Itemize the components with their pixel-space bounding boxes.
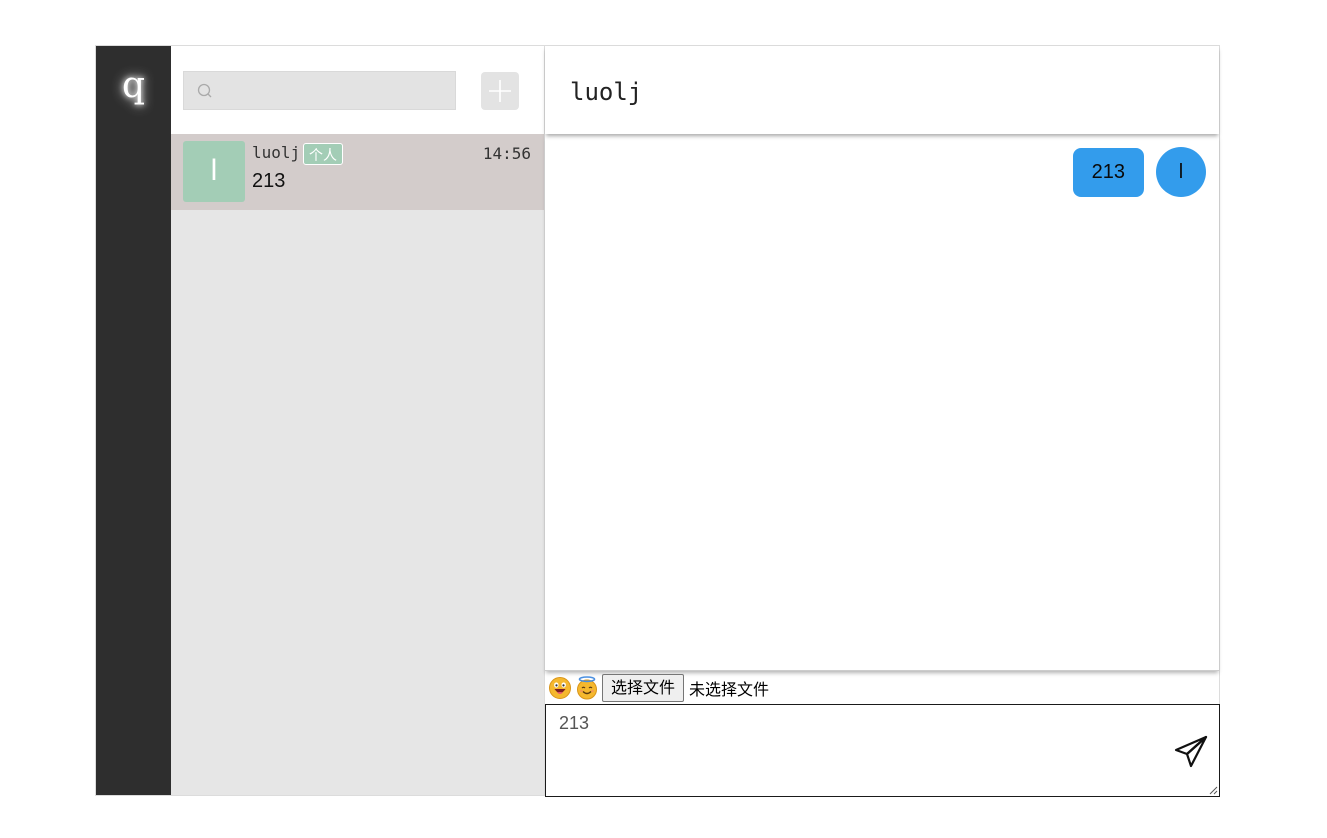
conversation-time: 14:56	[482, 144, 531, 163]
chat-panel: luolj 213 l 选择文件 未选择文件 213	[545, 46, 1220, 797]
plus-icon	[489, 80, 511, 102]
message-input-area	[545, 704, 1220, 797]
smiling-face-with-halo-icon[interactable]	[575, 675, 599, 700]
message-input[interactable]	[546, 705, 1219, 796]
search-input[interactable]	[220, 72, 454, 111]
add-conversation-button[interactable]	[481, 72, 519, 110]
message-list[interactable]: 213 l	[545, 134, 1219, 671]
left-rail: q	[96, 46, 171, 795]
file-status-label: 未选择文件	[689, 679, 770, 699]
message-bubble[interactable]: 213	[1072, 147, 1144, 197]
choose-file-button[interactable]: 选择文件	[602, 673, 685, 702]
message-avatar[interactable]: l	[1156, 147, 1206, 197]
chat-app: q l luolj 个人 14:56 213 luolj 213 l 选择文件 …	[95, 45, 1220, 797]
conversation-type-badge: 个人	[303, 143, 343, 165]
search-box[interactable]	[183, 71, 456, 111]
paper-plane-icon[interactable]	[1173, 733, 1209, 769]
conversation-item[interactable]: l luolj 个人 14:56 213	[171, 134, 544, 210]
grinning-face-icon[interactable]	[548, 676, 572, 700]
search-icon	[197, 83, 212, 98]
message-row: 213 l	[1072, 147, 1206, 197]
resize-grip-icon[interactable]	[1208, 785, 1218, 795]
conversation-list-panel: l luolj 个人 14:56 213	[171, 46, 545, 795]
user-avatar[interactable]: q	[96, 66, 171, 106]
conversation-name: luolj	[252, 143, 301, 162]
list-header	[171, 46, 544, 134]
chat-title: luolj	[570, 78, 643, 106]
conversation-preview: 213	[252, 170, 286, 192]
input-toolbar: 选择文件 未选择文件	[545, 672, 1219, 703]
conversation-avatar: l	[183, 141, 245, 202]
chat-header: luolj	[545, 46, 1219, 134]
